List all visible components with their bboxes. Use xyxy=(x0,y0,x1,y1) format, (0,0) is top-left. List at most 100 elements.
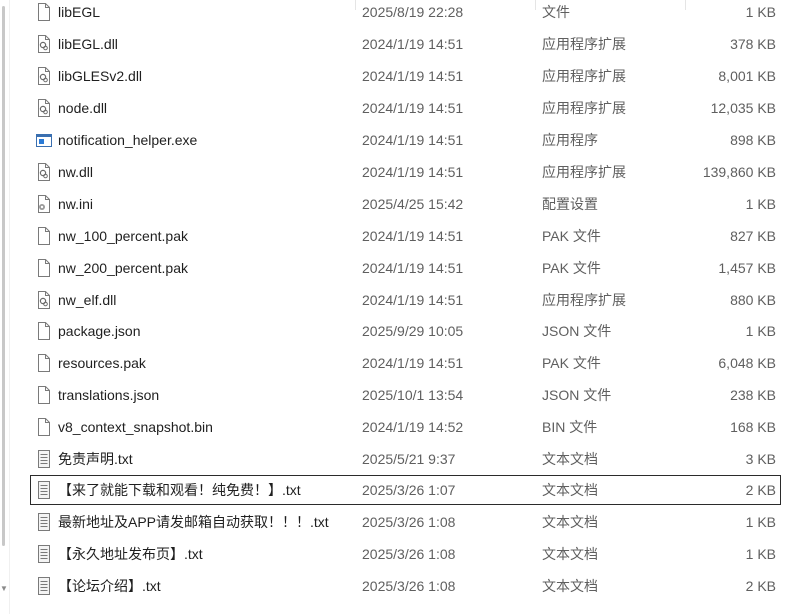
file-type: 文本文档 xyxy=(542,482,598,498)
file-row[interactable]: v8_context_snapshot.bin 2024/1/19 14:52 … xyxy=(31,413,780,441)
file-name: libEGL.dll xyxy=(58,36,118,52)
file-type: 应用程序扩展 xyxy=(542,68,626,84)
text-file-icon xyxy=(36,513,52,531)
file-type: PAK 文件 xyxy=(542,260,601,276)
blank-file-icon xyxy=(36,322,52,340)
file-type: 应用程序扩展 xyxy=(542,292,626,308)
file-date: 2025/3/26 1:08 xyxy=(362,514,456,530)
file-size: 2 KB xyxy=(745,482,776,498)
file-name: 免责声明.txt xyxy=(58,451,133,467)
file-name: libGLESv2.dll xyxy=(58,68,143,84)
file-size: 1 KB xyxy=(745,4,776,20)
file-name: nw.dll xyxy=(58,164,94,180)
file-name: nw.ini xyxy=(58,196,94,212)
file-size: 12,035 KB xyxy=(710,100,776,116)
file-row[interactable]: translations.json 2025/10/1 13:54 JSON 文… xyxy=(31,381,780,409)
file-date: 2024/1/19 14:51 xyxy=(362,260,464,276)
file-size: 898 KB xyxy=(730,132,776,148)
blank-file-icon xyxy=(36,386,52,404)
file-name: 最新地址及APP请发邮箱自动获取！！！.txt xyxy=(58,514,329,530)
file-size: 1 KB xyxy=(745,546,776,562)
file-row-selected[interactable]: 【来了就能下载和观看！纯免费！】.txt 2025/3/26 1:07 文本文档… xyxy=(30,475,781,505)
text-file-icon xyxy=(36,450,52,468)
file-row[interactable]: 【永久地址发布页】.txt 2025/3/26 1:08 文本文档 1 KB xyxy=(31,540,780,568)
dll-file-icon xyxy=(36,67,52,85)
file-row[interactable]: 免责声明.txt 2025/5/21 9:37 文本文档 3 KB xyxy=(31,445,780,473)
file-row[interactable]: libEGL.dll 2024/1/19 14:51 应用程序扩展 378 KB xyxy=(31,30,780,58)
file-type: PAK 文件 xyxy=(542,228,601,244)
blank-file-icon xyxy=(36,418,52,436)
file-row[interactable]: 【论坛介绍】.txt 2025/3/26 1:08 文本文档 2 KB xyxy=(31,572,780,600)
file-type: 应用程序扩展 xyxy=(542,36,626,52)
dll-file-icon xyxy=(36,99,52,117)
file-size: 880 KB xyxy=(730,292,776,308)
file-type: PAK 文件 xyxy=(542,355,601,371)
file-name: nw_200_percent.pak xyxy=(58,260,188,276)
file-type: 应用程序扩展 xyxy=(542,100,626,116)
blank-file-icon xyxy=(36,227,52,245)
file-type: 文本文档 xyxy=(542,546,598,562)
file-name: libEGL xyxy=(58,4,101,20)
file-date: 2025/5/21 9:37 xyxy=(362,451,456,467)
file-name: 【论坛介绍】.txt xyxy=(58,578,161,594)
file-row[interactable]: notification_helper.exe 2024/1/19 14:51 … xyxy=(31,126,780,154)
file-date: 2024/1/19 14:52 xyxy=(362,419,464,435)
file-name: nw_elf.dll xyxy=(58,292,117,308)
dll-file-icon xyxy=(36,35,52,53)
file-size: 378 KB xyxy=(730,36,776,52)
file-size: 1 KB xyxy=(745,514,776,530)
file-date: 2025/4/25 15:42 xyxy=(362,196,464,212)
text-file-icon xyxy=(36,545,52,563)
text-file-icon xyxy=(36,481,52,499)
file-date: 2024/1/19 14:51 xyxy=(362,68,464,84)
file-date: 2024/1/19 14:51 xyxy=(362,100,464,116)
file-type: 文件 xyxy=(542,4,570,20)
file-type: 应用程序扩展 xyxy=(542,164,626,180)
file-row[interactable]: nw.ini 2025/4/25 15:42 配置设置 1 KB xyxy=(31,190,780,218)
file-size: 1 KB xyxy=(745,196,776,212)
file-row[interactable]: libEGL 2025/8/19 22:28 文件 1 KB xyxy=(31,0,780,26)
file-row[interactable]: package.json 2025/9/29 10:05 JSON 文件 1 K… xyxy=(31,317,780,345)
file-size: 827 KB xyxy=(730,228,776,244)
file-row[interactable]: resources.pak 2024/1/19 14:51 PAK 文件 6,0… xyxy=(31,349,780,377)
file-row[interactable]: libGLESv2.dll 2024/1/19 14:51 应用程序扩展 8,0… xyxy=(31,62,780,90)
file-row[interactable]: node.dll 2024/1/19 14:51 应用程序扩展 12,035 K… xyxy=(31,94,780,122)
file-date: 2024/1/19 14:51 xyxy=(362,132,464,148)
file-date: 2024/1/19 14:51 xyxy=(362,36,464,52)
file-date: 2025/10/1 13:54 xyxy=(362,387,464,403)
file-type: 文本文档 xyxy=(542,578,598,594)
file-name: notification_helper.exe xyxy=(58,132,198,148)
file-date: 2025/3/26 1:08 xyxy=(362,546,456,562)
file-date: 2025/8/19 22:28 xyxy=(362,4,464,20)
file-size: 139,860 KB xyxy=(702,164,776,180)
dll-file-icon xyxy=(36,291,52,309)
file-row[interactable]: 最新地址及APP请发邮箱自动获取！！！.txt 2025/3/26 1:08 文… xyxy=(31,508,780,536)
file-list: libEGL 2025/8/19 22:28 文件 1 KB libEGL.dl… xyxy=(0,0,800,614)
file-row[interactable]: nw.dll 2024/1/19 14:51 应用程序扩展 139,860 KB xyxy=(31,158,780,186)
exe-file-icon xyxy=(36,131,52,149)
file-size: 238 KB xyxy=(730,387,776,403)
file-type: 应用程序 xyxy=(542,132,598,148)
file-name: 【来了就能下载和观看！纯免费！】.txt xyxy=(58,482,301,498)
file-row[interactable]: nw_100_percent.pak 2024/1/19 14:51 PAK 文… xyxy=(31,222,780,250)
file-date: 2024/1/19 14:51 xyxy=(362,228,464,244)
file-date: 2025/3/26 1:08 xyxy=(362,578,456,594)
file-date: 2024/1/19 14:51 xyxy=(362,292,464,308)
file-date: 2024/1/19 14:51 xyxy=(362,355,464,371)
file-size: 168 KB xyxy=(730,419,776,435)
file-size: 3 KB xyxy=(745,451,776,467)
ini-file-icon xyxy=(36,195,52,213)
file-type: JSON 文件 xyxy=(542,387,612,403)
file-name: package.json xyxy=(58,323,141,339)
text-file-icon xyxy=(36,577,52,595)
file-date: 2024/1/19 14:51 xyxy=(362,164,464,180)
file-date: 2025/3/26 1:07 xyxy=(362,482,456,498)
file-type: 文本文档 xyxy=(542,514,598,530)
file-row[interactable]: nw_200_percent.pak 2024/1/19 14:51 PAK 文… xyxy=(31,254,780,282)
file-name: 【永久地址发布页】.txt xyxy=(58,546,203,562)
file-type: 文本文档 xyxy=(542,451,598,467)
file-row[interactable]: nw_elf.dll 2024/1/19 14:51 应用程序扩展 880 KB xyxy=(31,286,780,314)
blank-file-icon xyxy=(36,3,52,21)
file-name: node.dll xyxy=(58,100,108,116)
blank-file-icon xyxy=(36,354,52,372)
